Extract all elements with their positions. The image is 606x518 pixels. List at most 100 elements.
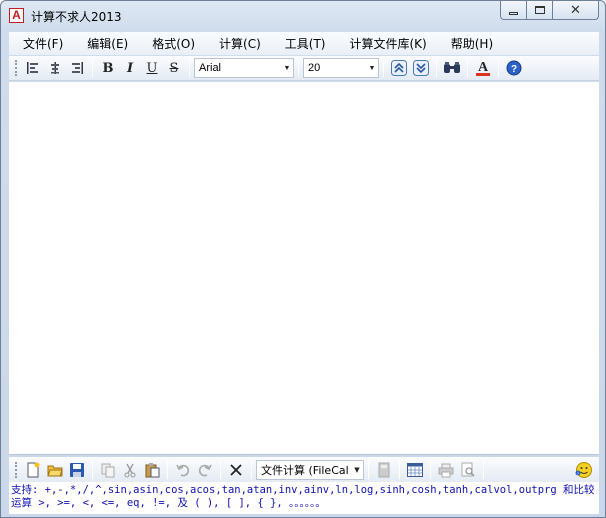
toolbar-separator [298, 59, 299, 77]
align-center-button[interactable] [44, 57, 66, 79]
toolbar-grip[interactable] [15, 60, 18, 76]
app-logo-icon: A [9, 8, 24, 23]
underline-button[interactable]: U [141, 57, 163, 79]
redo-button[interactable] [194, 459, 216, 481]
menu-edit[interactable]: 编辑(E) [73, 35, 138, 52]
calculator-icon [378, 462, 390, 477]
undo-button[interactable] [172, 459, 194, 481]
toolbar-separator [467, 59, 468, 77]
font-size-select[interactable]: 20 ▼ [303, 58, 379, 78]
save-icon [70, 462, 84, 477]
toolbar-separator [368, 460, 369, 479]
redo-icon [198, 464, 212, 476]
underline-icon: U [146, 60, 158, 76]
main-window: A 计算不求人2013 ✕ 文件(F) 编辑(E) 格式(O) 计算(C) 工具… [0, 0, 606, 518]
toolbar-separator [92, 460, 93, 479]
strikethrough-button[interactable]: S [163, 57, 185, 79]
find-button[interactable] [441, 57, 463, 79]
new-file-button[interactable] [22, 459, 44, 481]
printer-icon [438, 463, 454, 477]
italic-icon: I [126, 60, 134, 76]
minimize-button[interactable] [500, 1, 527, 20]
print-preview-button[interactable] [457, 459, 479, 481]
help-button[interactable]: ? [503, 57, 525, 79]
supported-operators-text: 支持: +,-,*,/,^,sin,asin,cos,acos,tan,atan… [9, 482, 599, 514]
font-size-value: 20 [308, 62, 321, 74]
align-right-icon [72, 62, 83, 74]
toolbar-separator [92, 59, 93, 77]
delete-button[interactable] [225, 459, 247, 481]
delete-x-icon [230, 463, 242, 476]
menu-tools[interactable]: 工具(T) [271, 35, 336, 52]
chevron-down-icon: ▼ [283, 64, 291, 72]
minimize-icon [509, 11, 518, 15]
assistant-button[interactable]: ? [573, 459, 595, 481]
open-file-button[interactable] [44, 459, 66, 481]
save-button[interactable] [66, 459, 88, 481]
toolbar-separator [220, 460, 221, 479]
toolbar-separator [383, 59, 384, 77]
window-title: 计算不求人2013 [31, 10, 122, 24]
double-chevron-up-icon [391, 60, 407, 76]
toolbar-separator [483, 460, 484, 479]
binoculars-icon [444, 62, 460, 73]
align-left-icon [27, 62, 38, 74]
smiley-help-icon: ? [575, 461, 592, 478]
calculator-button[interactable] [373, 459, 395, 481]
menu-file[interactable]: 文件(F) [9, 35, 73, 52]
restore-icon [534, 6, 545, 14]
chevron-down-icon: ▼ [368, 64, 376, 72]
font-family-value: Arial [199, 62, 222, 74]
new-file-icon [27, 462, 40, 477]
toolbar-separator [430, 460, 431, 479]
scroll-up-button[interactable] [388, 57, 410, 79]
copy-button[interactable] [97, 459, 119, 481]
menu-bar: 文件(F) 编辑(E) 格式(O) 计算(C) 工具(T) 计算文件库(K) 帮… [9, 32, 599, 55]
toolbar-separator [251, 460, 252, 479]
toolbar-separator [167, 460, 168, 479]
double-chevron-down-icon [413, 60, 429, 76]
align-center-icon [51, 62, 59, 74]
svg-text:?: ? [511, 64, 517, 75]
scissors-icon [124, 463, 136, 477]
bold-button[interactable]: B [97, 57, 119, 79]
cut-button[interactable] [119, 459, 141, 481]
calendar-grid-icon [407, 462, 423, 477]
scroll-down-button[interactable] [410, 57, 432, 79]
bold-icon: B [102, 60, 114, 76]
close-button[interactable]: ✕ [553, 1, 599, 20]
align-left-button[interactable] [22, 57, 44, 79]
copy-icon [101, 463, 115, 477]
menu-help[interactable]: 帮助(H) [437, 35, 503, 52]
format-toolbar: B I U S Arial ▼ 20 ▼ A ? [9, 56, 599, 81]
calc-mode-value: 文件计算 (FileCal [261, 463, 349, 477]
calc-mode-select[interactable]: 文件计算 (FileCal ▼ [256, 459, 364, 480]
toolbar-separator [436, 59, 437, 77]
menu-calculate[interactable]: 计算(C) [205, 35, 271, 52]
font-family-select[interactable]: Arial ▼ [194, 58, 294, 78]
calendar-button[interactable] [404, 459, 426, 481]
menu-format[interactable]: 格式(O) [138, 35, 205, 52]
paste-button[interactable] [141, 459, 163, 481]
strikethrough-icon: S [169, 60, 179, 76]
svg-text:A: A [478, 60, 489, 75]
maximize-button[interactable] [527, 1, 553, 20]
font-color-icon: A [476, 60, 490, 76]
editor-area[interactable] [9, 82, 599, 455]
toolbar-separator [399, 460, 400, 479]
close-icon: ✕ [570, 2, 581, 18]
italic-button[interactable]: I [119, 57, 141, 79]
align-right-button[interactable] [66, 57, 88, 79]
print-preview-icon [461, 462, 475, 477]
menu-calc-library[interactable]: 计算文件库(K) [336, 35, 437, 52]
help-icon: ? [506, 60, 522, 76]
toolbar-separator [498, 59, 499, 77]
toolbar-separator [189, 59, 190, 77]
font-color-button[interactable]: A [472, 57, 494, 79]
print-button[interactable] [435, 459, 457, 481]
window-controls: ✕ [500, 1, 599, 20]
undo-icon [176, 464, 190, 476]
paste-icon [145, 462, 160, 477]
toolbar-grip[interactable] [15, 461, 18, 478]
chevron-down-icon: ▼ [354, 465, 360, 474]
